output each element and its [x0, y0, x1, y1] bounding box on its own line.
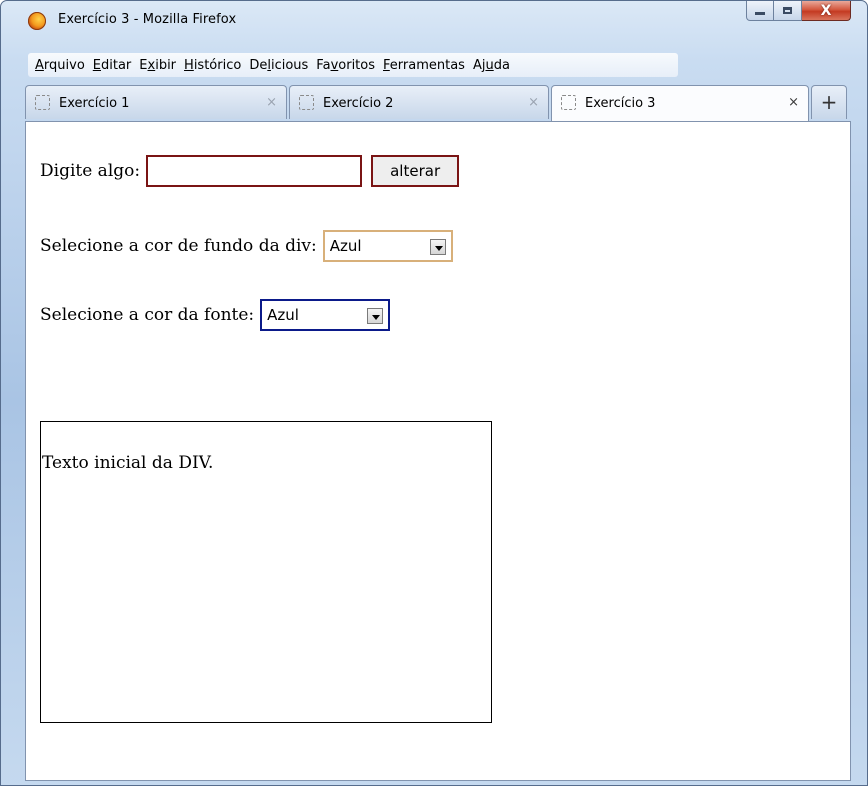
- tab-label: Exercício 1: [59, 96, 130, 111]
- maximize-icon: [783, 7, 792, 14]
- alterar-button[interactable]: alterar: [371, 155, 460, 187]
- page-icon: [561, 95, 576, 110]
- menu-text: De: [249, 57, 268, 73]
- close-button[interactable]: X: [802, 1, 851, 21]
- browser-window: Exercício 3 - Mozilla Firefox X Arquivo E…: [0, 0, 868, 786]
- text-input-row: Digite algo: alterar: [40, 155, 460, 187]
- minimize-button[interactable]: [746, 1, 774, 21]
- dropdown-arrow-icon[interactable]: [429, 239, 446, 255]
- maximize-button[interactable]: [774, 1, 802, 21]
- tab-exercicio-1[interactable]: Exercício 1 ×: [25, 85, 287, 119]
- page-icon: [299, 95, 314, 110]
- menu-access-key: E: [92, 57, 101, 73]
- bg-color-select[interactable]: Azul: [322, 230, 453, 262]
- firefox-icon: [28, 12, 46, 30]
- title-bar[interactable]: Exercício 3 - Mozilla Firefox X: [1, 1, 867, 39]
- menu-text: oritos: [338, 57, 375, 73]
- menu-item[interactable]: Delicious: [246, 58, 311, 73]
- tab-exercicio-3[interactable]: Exercício 3 ×: [551, 85, 809, 121]
- new-tab-button[interactable]: +: [811, 85, 847, 119]
- close-icon: X: [820, 2, 832, 19]
- tab-label: Exercício 3: [585, 96, 656, 111]
- menu-access-key: F: [383, 57, 390, 73]
- menu-text: Aj: [472, 57, 486, 73]
- text-input[interactable]: [146, 155, 363, 187]
- font-color-label: Selecione a cor da fonte:: [40, 305, 255, 325]
- menu-text: ditar: [101, 57, 132, 73]
- tab-close-icon[interactable]: ×: [266, 95, 277, 110]
- menu-bar: Arquivo Editar Exibir Histórico Delicious Fav…: [28, 53, 678, 77]
- menu-text: Fa: [316, 57, 331, 73]
- font-color-value: Azul: [267, 306, 299, 324]
- page-icon: [35, 95, 50, 110]
- window-controls: X: [746, 1, 851, 23]
- menu-item[interactable]: Exibir: [136, 58, 179, 73]
- menu-item[interactable]: Ferramentas: [380, 58, 468, 73]
- menu-access-key: H: [184, 57, 194, 73]
- page-content: Digite algo: alterar Selecione a cor de …: [25, 121, 851, 781]
- window-title: Exercício 3 - Mozilla Firefox: [58, 12, 237, 27]
- font-color-select[interactable]: Azul: [260, 299, 391, 331]
- tab-bar: Exercício 1 × Exercício 2 × Exercício 3 …: [25, 85, 867, 121]
- menu-item[interactable]: Histórico: [181, 58, 244, 73]
- menu-item[interactable]: Favoritos: [313, 58, 378, 73]
- dropdown-arrow-icon[interactable]: [367, 308, 384, 324]
- tab-close-icon[interactable]: ×: [788, 95, 799, 110]
- menu-item[interactable]: Arquivo: [32, 58, 88, 73]
- bg-color-label: Selecione a cor de fundo da div:: [40, 236, 317, 256]
- minimize-icon: [755, 12, 765, 15]
- menu-item[interactable]: Ajuda: [470, 58, 513, 73]
- bg-color-row: Selecione a cor de fundo da div: Azul: [40, 230, 453, 262]
- input-label: Digite algo:: [40, 161, 141, 181]
- tab-label: Exercício 2: [323, 96, 394, 111]
- bg-color-value: Azul: [329, 237, 362, 255]
- menu-text: E: [139, 57, 148, 73]
- tab-exercicio-2[interactable]: Exercício 2 ×: [289, 85, 549, 119]
- menu-text: da: [493, 57, 510, 73]
- menu-text: erramentas: [389, 57, 465, 73]
- div-text: Texto inicial da DIV.: [42, 453, 214, 473]
- menu-text: istórico: [193, 57, 242, 73]
- tab-close-icon[interactable]: ×: [528, 95, 539, 110]
- menu-access-key: A: [35, 57, 44, 73]
- font-color-row: Selecione a cor da fonte: Azul: [40, 299, 391, 331]
- menu-text: ibir: [155, 57, 177, 73]
- menu-text: rquivo: [43, 57, 85, 73]
- menu-item[interactable]: Editar: [90, 58, 135, 73]
- menu-access-key: u: [485, 57, 494, 73]
- menu-text: icious: [270, 57, 309, 73]
- target-div: Texto inicial da DIV.: [40, 421, 492, 723]
